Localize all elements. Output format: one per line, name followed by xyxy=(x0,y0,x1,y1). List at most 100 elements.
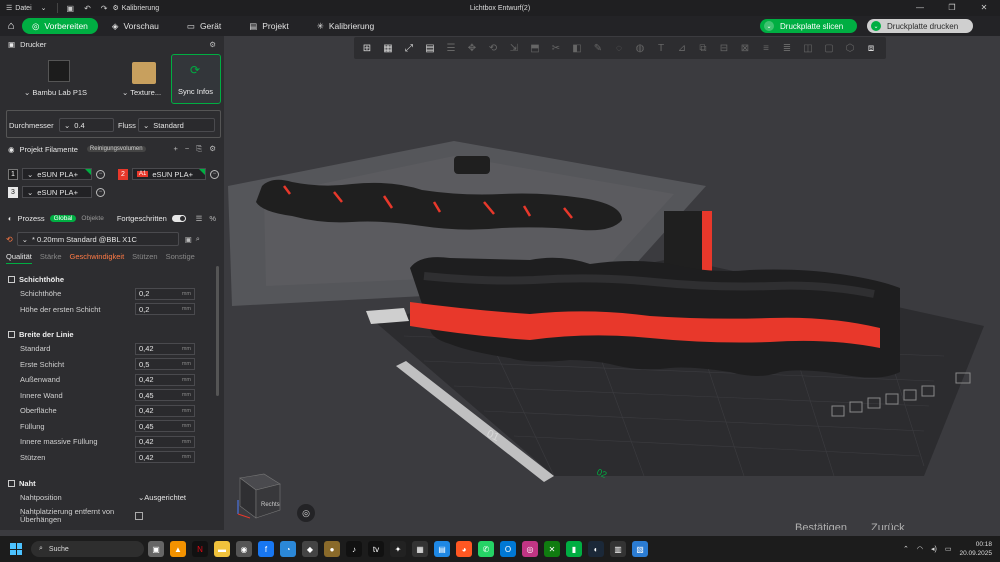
whatsapp-icon[interactable]: ✆ xyxy=(478,541,494,557)
chevron-down-icon[interactable]: ⌄ xyxy=(764,21,774,31)
auto-orient-icon[interactable]: ⤢ xyxy=(400,40,418,56)
app-icon[interactable]: ▦ xyxy=(412,541,428,557)
chevron-up-icon[interactable]: ⌃ xyxy=(903,545,909,553)
advanced-toggle[interactable] xyxy=(171,214,186,222)
chevron-down-icon[interactable]: ⌄ xyxy=(871,21,881,31)
print-plate-button[interactable]: ⌄ Druckplatte drucken xyxy=(867,19,973,33)
plate-texture-selector[interactable]: ⌄ Texture... xyxy=(118,54,168,104)
lay-on-face-icon[interactable]: ⬒ xyxy=(526,40,544,56)
clock[interactable]: 00:18 20.09.2025 xyxy=(959,540,992,558)
windows-start-icon[interactable] xyxy=(10,543,22,555)
remove-filament-icon[interactable]: − xyxy=(96,187,105,197)
nozzle-diameter-select[interactable]: ⌄ 0.4 xyxy=(59,118,114,132)
firefox-icon[interactable]: ◕ xyxy=(456,541,472,557)
grid-icon[interactable]: ▦ xyxy=(379,40,397,56)
split-parts-icon[interactable]: ⊠ xyxy=(736,40,754,56)
remove-filament-icon[interactable]: − xyxy=(210,169,219,179)
slice-plate-button[interactable]: ⌄ Druckplatte slicen xyxy=(760,19,857,33)
view-icon[interactable]: ◫ xyxy=(799,40,817,56)
task-view-icon[interactable]: ▣ xyxy=(148,541,164,557)
variable-layer-icon[interactable]: ≣ xyxy=(778,40,796,56)
calibration-menu[interactable]: ⚙ Kalibrierung xyxy=(112,4,159,13)
param-input[interactable]: 0,42 mm xyxy=(135,451,195,464)
layers-icon[interactable]: ≡ xyxy=(757,40,775,56)
photos-icon[interactable]: ▧ xyxy=(632,541,648,557)
seam-paint-icon[interactable]: ◌ xyxy=(610,40,628,56)
edge-icon[interactable]: ◔ xyxy=(280,541,296,557)
search-icon[interactable]: ⌕ xyxy=(196,234,200,244)
outlook-icon[interactable]: O xyxy=(500,541,516,557)
filament-item-1[interactable]: 1 ⌄ eSUN PLA+ − xyxy=(8,168,105,180)
scale-icon[interactable]: ⇲ xyxy=(505,40,523,56)
objects-toggle[interactable]: Objekte xyxy=(81,215,103,222)
undo-icon[interactable]: ↶ xyxy=(79,4,96,13)
filament-select[interactable]: A1 eSUN PLA+ xyxy=(132,168,206,180)
rotate-icon[interactable]: ⟲ xyxy=(484,40,502,56)
sidebar-scrollbar[interactable] xyxy=(216,266,219,396)
param-input[interactable]: 0,42 mm xyxy=(135,342,195,355)
seam-overhang-checkbox[interactable] xyxy=(135,511,143,520)
cube-view-icon[interactable]: ▢ xyxy=(820,40,838,56)
reset-icon[interactable]: ⟲ xyxy=(6,235,13,244)
view-cube[interactable]: Rechts xyxy=(230,470,282,522)
measure-icon[interactable]: ⊿ xyxy=(673,40,691,56)
text-icon[interactable]: T xyxy=(652,40,670,56)
seam-position-select[interactable]: ⌄ Ausgerichtet xyxy=(135,492,195,504)
3d-viewport[interactable]: 01 02 ⊞ ▦ ⤢ ▤ ☰ ✥ ⟲ ⇲ ⬒ ✂ ◧ ✎ ◌ ◍ T ⊿ ⧉ … xyxy=(224,36,1000,530)
gear-icon[interactable]: ⚙ xyxy=(209,144,216,154)
orientation-reset-icon[interactable]: ◎ xyxy=(297,504,315,522)
filament-item-3[interactable]: 3 ⌄ eSUN PLA+ − xyxy=(8,186,105,198)
gear-icon[interactable]: ⚙ xyxy=(209,40,216,49)
param-input[interactable]: 0,42 mm xyxy=(135,435,195,448)
add-object-icon[interactable]: ⊞ xyxy=(358,40,376,56)
wifi-icon[interactable]: ◠ xyxy=(917,545,923,553)
filament-item-2[interactable]: 2 A1 eSUN PLA+ − xyxy=(118,168,219,180)
filament-select[interactable]: ⌄ eSUN PLA+ xyxy=(22,168,92,180)
bambu-studio-icon[interactable]: ▮ xyxy=(566,541,582,557)
param-input[interactable]: 0,45 mm xyxy=(135,389,195,402)
color-paint-icon[interactable]: ◍ xyxy=(631,40,649,56)
split-objects-icon[interactable]: ⊟ xyxy=(715,40,733,56)
battery-icon[interactable]: ▭ xyxy=(945,545,952,553)
plate-list-icon[interactable]: ☰ xyxy=(442,40,460,56)
volume-icon[interactable]: ◂) xyxy=(931,545,937,553)
process-preset-select[interactable]: ⌄ * 0.20mm Standard @BBL X1C xyxy=(16,232,179,246)
add-icon[interactable]: + xyxy=(173,144,177,154)
vlc-icon[interactable]: ▲ xyxy=(170,541,186,557)
save-preset-icon[interactable]: ▣ xyxy=(185,235,192,244)
maximize-icon[interactable]: ❐ xyxy=(936,0,968,16)
param-input[interactable]: 0,45 mm xyxy=(135,420,195,433)
netflix-icon[interactable]: N xyxy=(192,541,208,557)
param-input[interactable]: 0,2 mm xyxy=(135,287,195,300)
filament-sync-icon[interactable]: ⎘ xyxy=(196,144,202,154)
store-icon[interactable]: ▤ xyxy=(434,541,450,557)
explode-icon[interactable]: ⧈ xyxy=(862,40,880,56)
xbox-icon[interactable]: ✕ xyxy=(544,541,560,557)
compare-icon[interactable]: % xyxy=(209,214,216,223)
support-paint-icon[interactable]: ✎ xyxy=(589,40,607,56)
explorer-icon[interactable]: ▬ xyxy=(214,541,230,557)
app-icon[interactable]: ▥ xyxy=(610,541,626,557)
taskbar-search[interactable]: ⌕ Suche xyxy=(31,541,144,557)
remove-filament-icon[interactable]: − xyxy=(96,169,105,179)
tiktok-icon[interactable]: ♪ xyxy=(346,541,362,557)
remove-icon[interactable]: − xyxy=(185,144,189,154)
arrange-icon[interactable]: ▤ xyxy=(421,40,439,56)
purge-volume-button[interactable]: Reinigungsvolumen xyxy=(86,146,146,152)
mesh-boolean-icon[interactable]: ◧ xyxy=(568,40,586,56)
move-icon[interactable]: ✥ xyxy=(463,40,481,56)
app-icon[interactable]: ✦ xyxy=(390,541,406,557)
tab-quality[interactable]: Qualität xyxy=(6,252,32,264)
steam-icon[interactable]: ◐ xyxy=(588,541,604,557)
appletv-icon[interactable]: tv xyxy=(368,541,384,557)
tab-calibration[interactable]: ✳ Kalibrierung xyxy=(303,18,389,34)
close-icon[interactable]: ✕ xyxy=(968,0,1000,16)
list-icon[interactable]: ☰ xyxy=(196,214,203,223)
param-input[interactable]: 0,42 mm xyxy=(135,373,195,386)
minimize-icon[interactable]: — xyxy=(904,0,936,16)
flow-select[interactable]: ⌄ Standard xyxy=(138,118,215,132)
filament-select[interactable]: ⌄ eSUN PLA+ xyxy=(22,186,92,198)
param-input[interactable]: 0,5 mm xyxy=(135,358,195,371)
redo-icon[interactable]: ↷ xyxy=(96,4,113,13)
assembly-icon[interactable]: ⧉ xyxy=(694,40,712,56)
